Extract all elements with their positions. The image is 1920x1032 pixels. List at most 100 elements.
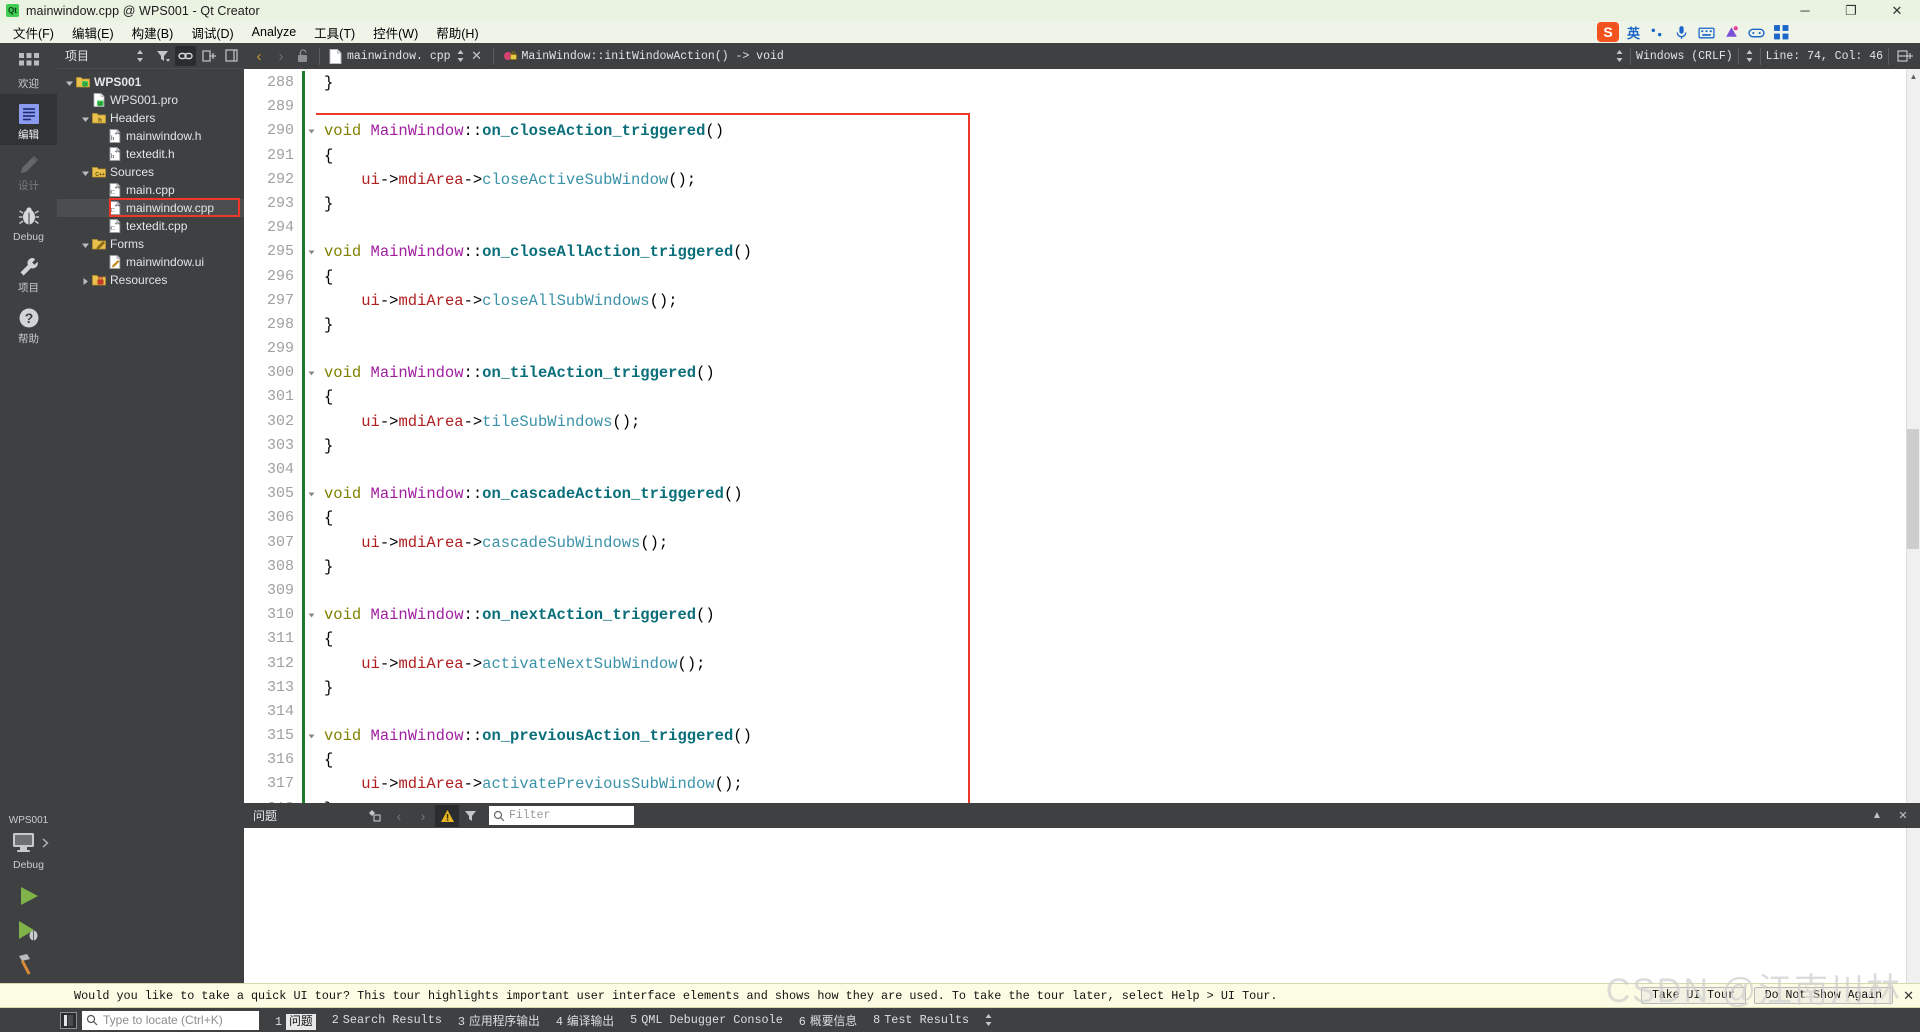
game-icon[interactable] — [1748, 24, 1765, 41]
close-banner-icon[interactable]: ✕ — [1903, 988, 1914, 1004]
close-sidebar-icon[interactable] — [221, 46, 242, 66]
unlocked-icon[interactable] — [292, 45, 314, 67]
close-document-button[interactable]: ✕ — [466, 45, 488, 67]
kit-selector[interactable] — [9, 831, 49, 855]
tree-item-resources[interactable]: Resources — [57, 271, 244, 289]
code-line[interactable]: { — [316, 748, 1920, 772]
navigate-forward-button[interactable]: › — [270, 45, 292, 67]
menu-edit[interactable]: 编辑(E) — [63, 21, 123, 44]
chevron-down-icon[interactable] — [81, 239, 92, 250]
mode-projects[interactable]: 项目 — [0, 247, 57, 298]
output-tab-qml-debugger-console[interactable]: 5 QML Debugger Console — [622, 1011, 791, 1029]
filter-sort-icon[interactable] — [129, 46, 150, 66]
menu-debug[interactable]: 调试(D) — [182, 21, 242, 44]
scrollbar-thumb[interactable] — [1907, 429, 1919, 549]
code-line[interactable]: } — [316, 676, 1920, 700]
tree-item-sources[interactable]: C++ Sources — [57, 163, 244, 181]
code-line[interactable]: void MainWindow::on_tileAction_triggered… — [316, 361, 1920, 385]
open-document-selector[interactable]: mainwindow. cpp — [325, 45, 455, 67]
link-with-editor-icon[interactable] — [175, 45, 196, 66]
code-line[interactable]: ui->mdiArea->activatePreviousSubWindow()… — [316, 772, 1920, 796]
menu-analyze[interactable]: Analyze — [243, 23, 305, 41]
mode-welcome[interactable]: 欢迎 — [0, 43, 57, 94]
project-tree[interactable]: Qt WPS001 Qt WPS001.pro h Headers h ++ mainwindo… — [57, 69, 244, 983]
close-button[interactable]: ✕ — [1874, 0, 1920, 21]
clear-icon[interactable] — [363, 805, 387, 827]
issues-vertical-scrollbar[interactable] — [1906, 828, 1920, 983]
output-tab--[interactable]: 6 概要信息 — [791, 1010, 865, 1031]
scroll-up-arrow-icon[interactable]: ▲ — [1907, 69, 1920, 83]
output-tab--[interactable]: 3 应用程序输出 — [450, 1010, 548, 1031]
filter-icon[interactable] — [152, 46, 173, 66]
navigate-back-button[interactable]: ‹ — [248, 45, 270, 67]
encoding-spinner[interactable] — [1744, 49, 1755, 63]
code-line[interactable]: { — [316, 506, 1920, 530]
chevron-down-icon[interactable] — [65, 77, 76, 88]
code-line[interactable]: ui->mdiArea->closeActiveSubWindow(); — [316, 168, 1920, 192]
output-tab--[interactable]: 4 编译输出 — [548, 1010, 622, 1031]
code-line[interactable]: { — [316, 265, 1920, 289]
code-line[interactable] — [316, 337, 1920, 361]
filter-icon[interactable] — [459, 805, 483, 827]
code-line[interactable]: } — [316, 192, 1920, 216]
start-debugging-button[interactable] — [12, 915, 46, 945]
code-line[interactable] — [316, 458, 1920, 482]
warning-filter-icon[interactable] — [435, 804, 459, 827]
issues-filter-input[interactable]: Filter — [489, 806, 634, 825]
split-editor-icon[interactable] — [1894, 45, 1916, 67]
menu-window[interactable]: 控件(W) — [364, 21, 427, 44]
mode-help[interactable]: ? 帮助 — [0, 298, 57, 349]
build-project-button[interactable] — [12, 949, 46, 979]
skin-icon[interactable] — [1723, 24, 1740, 41]
code-line[interactable]: ui->mdiArea->activateNextSubWindow(); — [316, 652, 1920, 676]
prev-issue-icon[interactable]: ‹ — [387, 805, 411, 827]
tree-item-wps001-pro[interactable]: Qt WPS001.pro — [57, 91, 244, 109]
maximize-button[interactable]: ❐ — [1828, 0, 1874, 21]
code-line[interactable]: { — [316, 144, 1920, 168]
line-ending-label[interactable]: Windows (CRLF) — [1636, 50, 1733, 63]
code-line[interactable]: void MainWindow::on_closeAction_triggere… — [316, 119, 1920, 143]
menu-file[interactable]: 文件(F) — [4, 21, 63, 44]
output-tab-test-results[interactable]: 8 Test Results — [865, 1011, 977, 1029]
keyboard-icon[interactable] — [1698, 24, 1715, 41]
tree-item-mainwindow-h[interactable]: h ++ mainwindow.h — [57, 127, 244, 145]
symbol-selector[interactable]: MainWindow::initWindowAction() -> void — [499, 45, 788, 67]
code-line[interactable]: } — [316, 434, 1920, 458]
tree-item-headers[interactable]: h Headers — [57, 109, 244, 127]
mode-edit[interactable]: 编辑 — [0, 94, 57, 145]
menu-tools[interactable]: 工具(T) — [305, 21, 364, 44]
maximize-pane-icon[interactable]: ▲ — [1865, 805, 1889, 827]
mode-debug[interactable]: Debug — [0, 196, 57, 247]
tree-item-wps001[interactable]: Qt WPS001 — [57, 73, 244, 91]
punctuation-icon[interactable] — [1648, 24, 1665, 41]
code-line[interactable]: void MainWindow::on_cascadeAction_trigge… — [316, 482, 1920, 506]
menu-help[interactable]: 帮助(H) — [427, 21, 487, 44]
take-ui-tour-button[interactable]: Take UI Tour — [1640, 987, 1746, 1004]
code-line[interactable]: { — [316, 627, 1920, 651]
code-line[interactable] — [316, 700, 1920, 724]
code-line[interactable] — [316, 95, 1920, 119]
apps-icon[interactable] — [1773, 24, 1790, 41]
sogou-ime-logo-icon[interactable]: S — [1596, 22, 1619, 42]
locator-input[interactable]: Type to locate (Ctrl+K) — [82, 1010, 259, 1030]
do-not-show-again-button[interactable]: Do Not Show Again — [1753, 987, 1894, 1004]
menu-build[interactable]: 构建(B) — [123, 21, 183, 44]
mode-design[interactable]: 设计 — [0, 145, 57, 196]
line-ending-spinner[interactable] — [1614, 49, 1625, 63]
code-line[interactable]: } — [316, 555, 1920, 579]
close-pane-icon[interactable]: ✕ — [1891, 805, 1915, 827]
code-line[interactable]: void MainWindow::on_nextAction_triggered… — [316, 603, 1920, 627]
tree-item-textedit-h[interactable]: h ++ textedit.h — [57, 145, 244, 163]
toggle-sidebar-button[interactable] — [60, 1011, 77, 1029]
chevron-down-icon[interactable] — [81, 167, 92, 178]
code-line[interactable]: ui->mdiArea->closeAllSubWindows(); — [316, 289, 1920, 313]
tree-item-mainwindow-cpp[interactable]: C ++ mainwindow.cpp — [57, 199, 244, 217]
code-line[interactable]: void MainWindow::on_previousAction_trigg… — [316, 724, 1920, 748]
code-line[interactable]: } — [316, 797, 1920, 803]
ime-mode-chinese[interactable]: 英 — [1627, 23, 1640, 42]
tree-item-main-cpp[interactable]: C ++ main.cpp — [57, 181, 244, 199]
tree-item-forms[interactable]: Forms — [57, 235, 244, 253]
minimize-button[interactable]: ─ — [1782, 0, 1828, 21]
code-line[interactable] — [316, 579, 1920, 603]
issues-list[interactable] — [244, 828, 1920, 983]
